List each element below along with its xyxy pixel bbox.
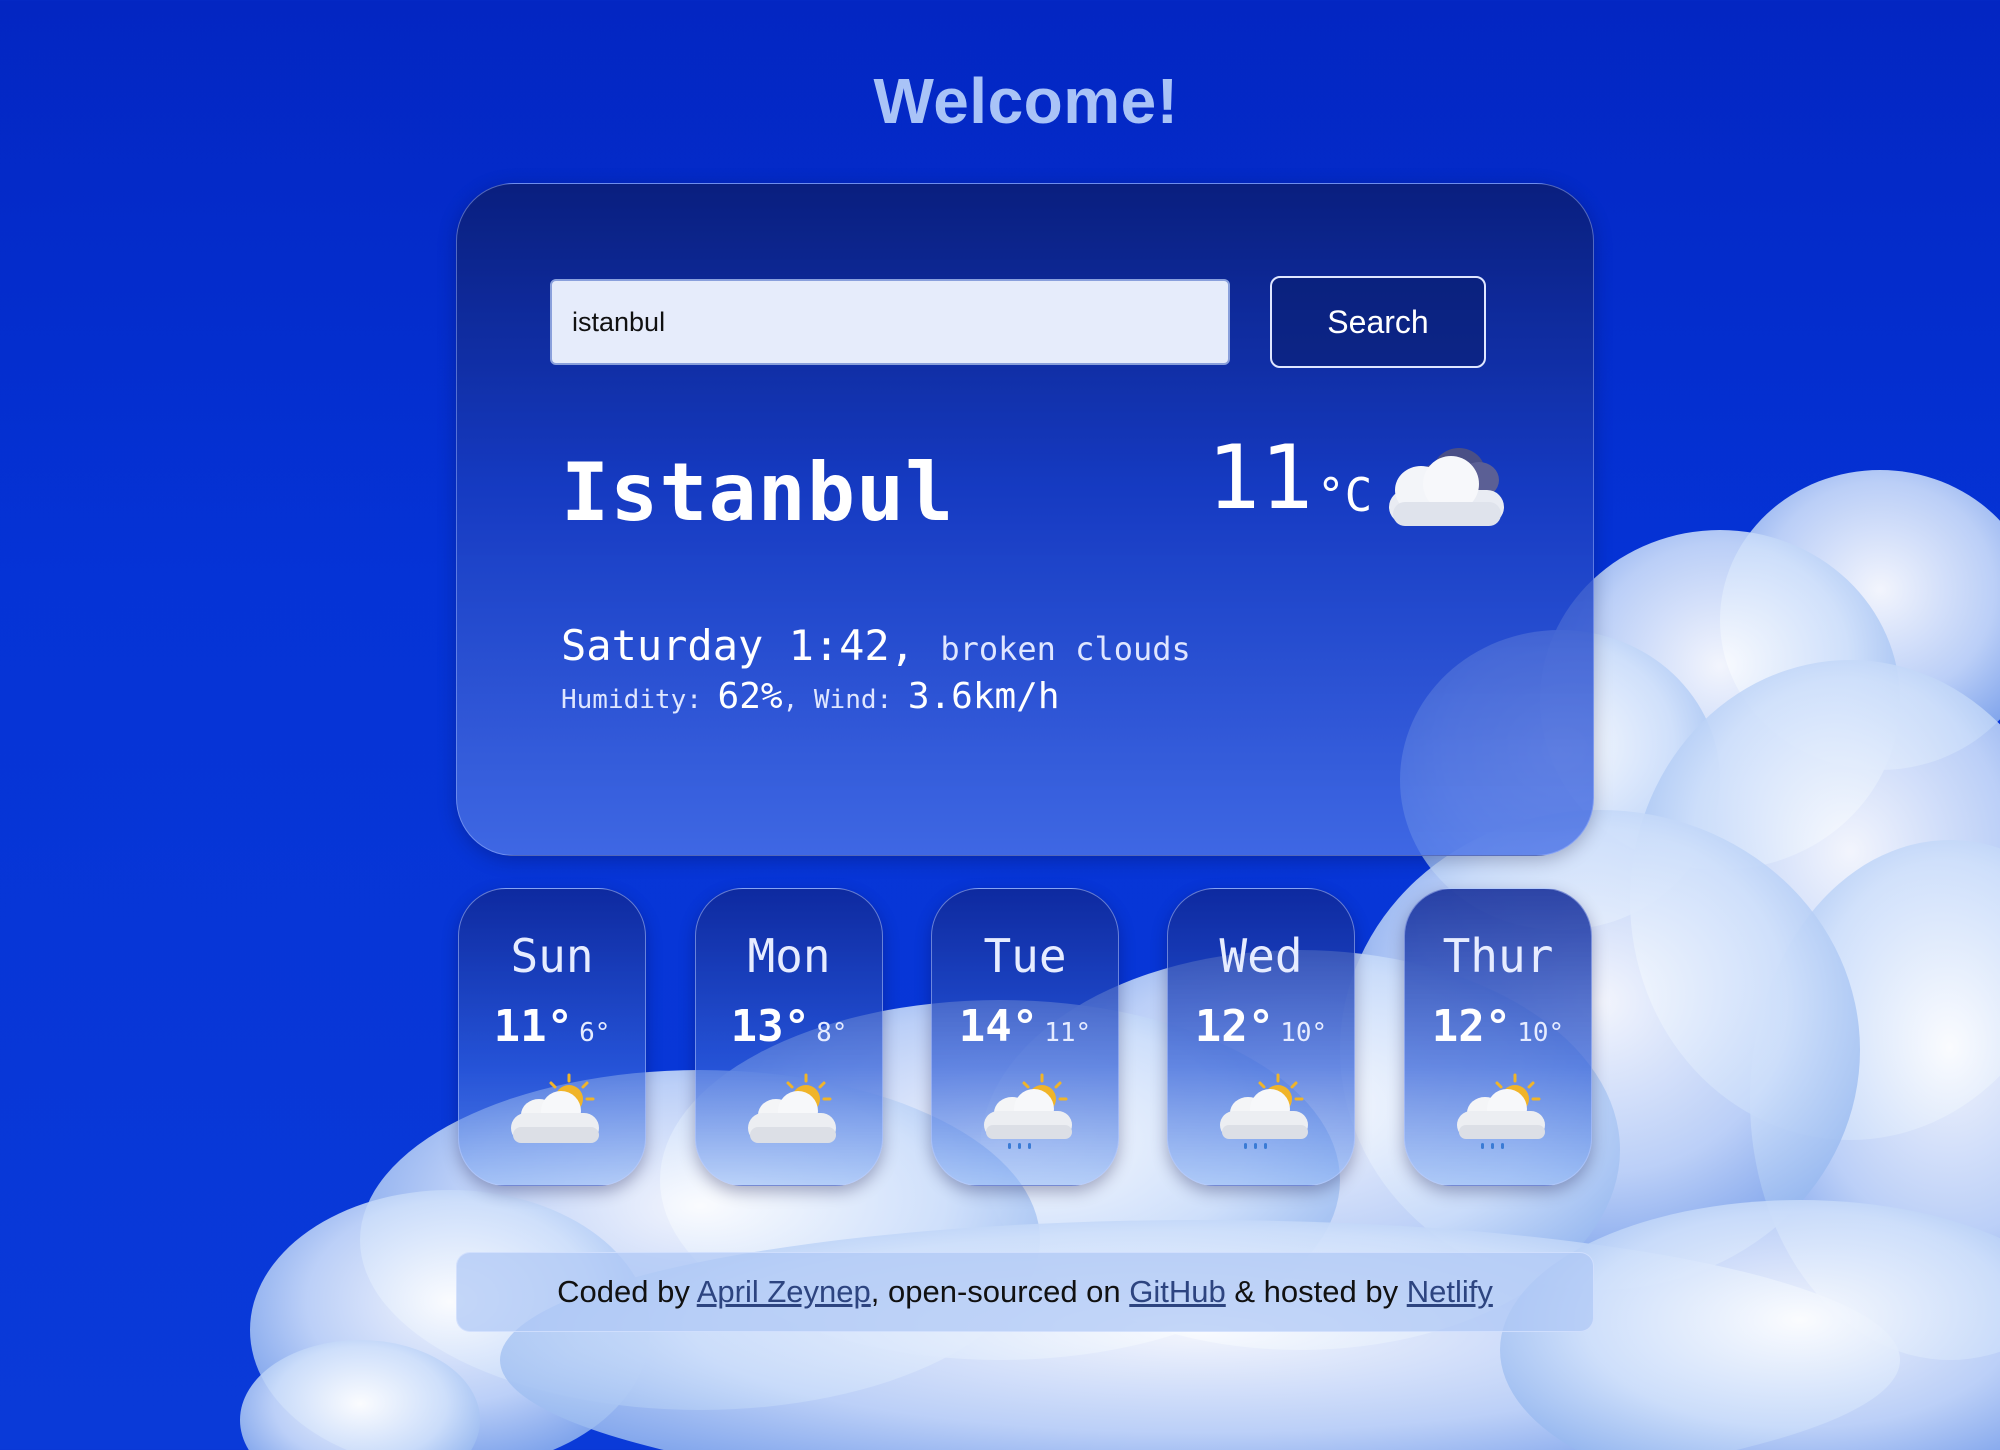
temperature-unit: °C bbox=[1316, 468, 1373, 522]
forecast-temps: 11° 6° bbox=[459, 1001, 645, 1052]
humidity-value: 62% bbox=[717, 676, 783, 717]
forecast-temps: 13° 8° bbox=[696, 1001, 882, 1052]
humidity-wind-line: Humidity: 62%, Wind: 3.6km/h bbox=[561, 675, 1191, 722]
partly-cloudy-icon bbox=[748, 1073, 836, 1143]
temperature-value: 11 bbox=[1207, 426, 1313, 529]
search-input[interactable] bbox=[550, 279, 1230, 365]
partly-cloudy-rain-icon bbox=[1220, 1073, 1308, 1149]
github-link[interactable]: GitHub bbox=[1129, 1274, 1225, 1309]
humidity-label: Humidity: bbox=[561, 685, 718, 715]
forecast-max: 14° bbox=[958, 1001, 1039, 1052]
day-time: Saturday 1:42 bbox=[561, 621, 890, 670]
forecast-min: 10° bbox=[1517, 1018, 1565, 1048]
forecast-day: Mon bbox=[747, 929, 831, 983]
forecast-card-mon: Mon 13° 8° bbox=[695, 888, 883, 1186]
partly-cloudy-icon bbox=[511, 1073, 599, 1143]
forecast-min: 6° bbox=[579, 1018, 611, 1048]
footer-text: Coded by bbox=[557, 1274, 697, 1309]
footer-text: , open-sourced on bbox=[870, 1274, 1130, 1309]
footer: Coded by April Zeynep, open-sourced on G… bbox=[456, 1252, 1594, 1332]
weather-card: Search Istanbul 11 °C Saturday 1:42, bro… bbox=[456, 183, 1594, 856]
page-title: Welcome! bbox=[873, 65, 1179, 137]
city-name: Istanbul bbox=[561, 446, 955, 539]
author-link[interactable]: April Zeynep bbox=[697, 1274, 871, 1309]
wind-value: 3.6km/h bbox=[907, 676, 1060, 717]
forecast-day: Thur bbox=[1442, 929, 1554, 983]
forecast-max: 12° bbox=[1194, 1001, 1275, 1052]
forecast-max: 12° bbox=[1431, 1001, 1512, 1052]
forecast-temps: 12° 10° bbox=[1168, 1001, 1354, 1052]
forecast-min: 8° bbox=[816, 1018, 848, 1048]
wind-label: , Wind: bbox=[782, 685, 908, 715]
search-button[interactable]: Search bbox=[1270, 276, 1486, 368]
partly-cloudy-rain-icon bbox=[984, 1073, 1072, 1149]
weather-description: broken clouds bbox=[940, 630, 1191, 668]
forecast-temps: 14° 11° bbox=[932, 1001, 1118, 1052]
forecast-day: Wed bbox=[1219, 929, 1303, 983]
forecast-min: 11° bbox=[1044, 1018, 1092, 1048]
broken-clouds-icon bbox=[1389, 448, 1504, 526]
forecast-card-thur: Thur 12° 10° bbox=[1404, 888, 1592, 1186]
separator: , bbox=[889, 621, 941, 670]
weather-details: Saturday 1:42, broken clouds Humidity: 6… bbox=[561, 620, 1191, 722]
footer-text: & hosted by bbox=[1225, 1274, 1407, 1309]
current-temperature: 11 °C bbox=[1207, 434, 1372, 522]
partly-cloudy-rain-icon bbox=[1457, 1073, 1545, 1149]
netlify-link[interactable]: Netlify bbox=[1407, 1274, 1493, 1309]
forecast-card-sun: Sun 11° 6° bbox=[458, 888, 646, 1186]
forecast-max: 13° bbox=[730, 1001, 811, 1052]
forecast-day: Tue bbox=[983, 929, 1067, 983]
forecast-min: 10° bbox=[1280, 1018, 1328, 1048]
datetime-description-line: Saturday 1:42, broken clouds bbox=[561, 620, 1191, 675]
forecast-max: 11° bbox=[493, 1001, 574, 1052]
forecast-card-tue: Tue 14° 11° bbox=[931, 888, 1119, 1186]
forecast-day: Sun bbox=[510, 929, 594, 983]
forecast-temps: 12° 10° bbox=[1405, 1001, 1591, 1052]
forecast-card-wed: Wed 12° 10° bbox=[1167, 888, 1355, 1186]
